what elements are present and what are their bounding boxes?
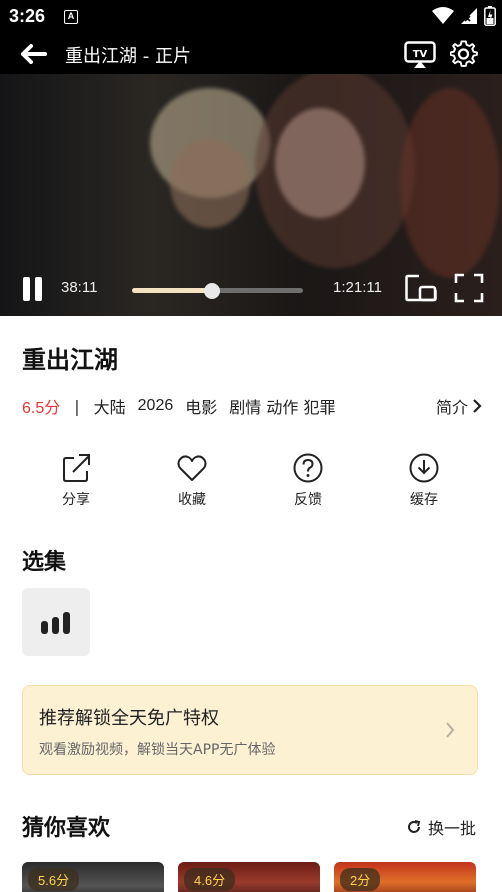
movie-genres: 剧情 动作 犯罪 [229, 398, 336, 417]
video-player[interactable]: 重出江湖 - 正片 TV 38:11 1:21:11 [0, 34, 502, 316]
card-score-badge: 5.6分 [28, 868, 80, 891]
player-title: 重出江湖 - 正片 [65, 46, 191, 67]
cast-tv-label: TV [413, 49, 428, 60]
settings-gear-icon[interactable] [450, 40, 478, 68]
movie-region: 大陆 [93, 398, 126, 417]
favorite-button[interactable]: 收藏 [134, 452, 250, 512]
favorite-label: 收藏 [178, 492, 206, 508]
progress-fill [132, 288, 213, 293]
refresh-button[interactable]: 换一批 [406, 815, 476, 839]
movie-category: 电影 [185, 398, 218, 417]
cast-tv-icon[interactable]: TV [404, 41, 436, 69]
player-controls: 38:11 1:21:11 [0, 266, 502, 312]
playing-bars-icon [41, 612, 70, 634]
recommend-card[interactable]: 5.6分 [22, 862, 164, 892]
progress-thumb[interactable] [204, 283, 221, 299]
meta-separator: | [74, 396, 80, 416]
status-bar: 3:26 A [0, 0, 502, 34]
fullscreen-icon[interactable] [454, 273, 484, 303]
heart-icon [177, 455, 207, 481]
player-topbar: 重出江湖 - 正片 TV [0, 34, 502, 74]
question-icon [293, 453, 323, 483]
download-button[interactable]: 缓存 [366, 452, 482, 512]
feedback-label: 反馈 [294, 492, 322, 508]
movie-title: 重出江湖 [22, 346, 118, 374]
episodes-title: 选集 [22, 550, 67, 575]
promo-title: 推荐解锁全天免广特权 [39, 708, 219, 729]
recommend-list: 5.6分 4.6分 2分 [22, 862, 502, 892]
intro-link[interactable]: 简介 [436, 394, 482, 418]
promo-subtitle: 观看激励视频，解锁当天APP无广体验 [39, 742, 276, 758]
pause-icon[interactable] [22, 276, 44, 302]
card-score-badge: 4.6分 [184, 868, 236, 891]
share-icon [63, 454, 90, 482]
total-time: 1:21:11 [333, 279, 382, 296]
recommend-card[interactable]: 2分 [334, 862, 476, 892]
refresh-label: 换一批 [427, 819, 476, 838]
movie-year: 2026 [137, 397, 174, 414]
current-time: 38:11 [61, 279, 98, 296]
signal-icon [461, 8, 477, 24]
status-icons [432, 6, 496, 26]
movie-meta: 6.5分 | 大陆 2026 电影 剧情 动作 犯罪 简介 [22, 394, 482, 418]
movie-score: 6.5分 [22, 400, 61, 417]
status-time: 3:26 [9, 6, 46, 26]
progress-bar[interactable] [132, 283, 303, 299]
download-icon [409, 453, 439, 483]
card-score-badge: 2分 [340, 868, 381, 891]
wifi-icon [432, 7, 454, 24]
chevron-right-icon [473, 399, 482, 413]
share-label: 分享 [62, 492, 90, 508]
share-button[interactable]: 分享 [18, 452, 134, 512]
refresh-icon [408, 820, 421, 833]
download-label: 缓存 [410, 492, 438, 508]
notification-icon: A [64, 10, 78, 24]
intro-label: 简介 [435, 398, 468, 417]
feedback-button[interactable]: 反馈 [250, 452, 366, 512]
back-arrow-icon[interactable] [20, 44, 48, 64]
recommend-card[interactable]: 4.6分 [178, 862, 320, 892]
episode-button[interactable] [22, 588, 90, 656]
chevron-right-icon [446, 722, 455, 738]
action-row: 分享 收藏 反馈 缓存 [18, 452, 482, 512]
picture-in-picture-icon[interactable] [405, 274, 437, 302]
battery-icon [484, 6, 496, 26]
recommend-title: 猜你喜欢 [22, 816, 111, 841]
ad-free-promo[interactable]: 推荐解锁全天免广特权 观看激励视频，解锁当天APP无广体验 [22, 685, 478, 775]
